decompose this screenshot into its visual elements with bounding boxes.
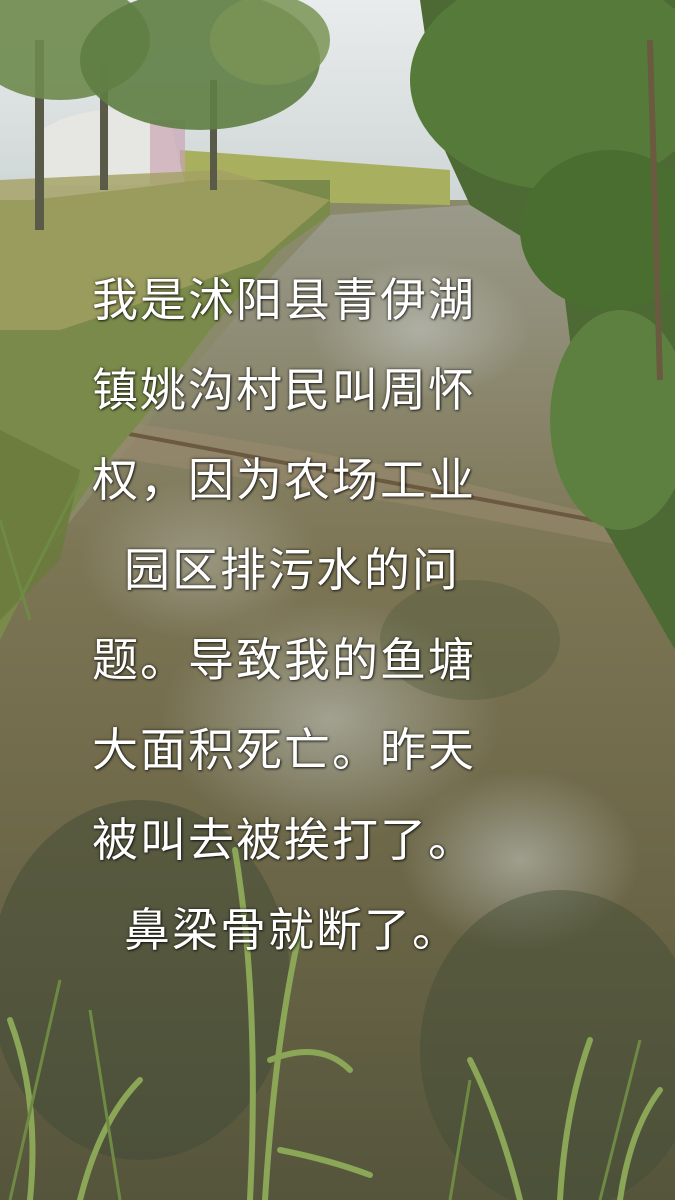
photo-scene: 我是沭阳县青伊湖 镇姚沟村民叫周怀 权，因为农场工业 园区排污水的问 题。导致我… bbox=[0, 0, 675, 1200]
caption-line: 园区排污水的问 bbox=[124, 543, 460, 597]
caption-line: 被叫去被挨打了。 bbox=[92, 813, 476, 867]
caption-line: 题。导致我的鱼塘 bbox=[92, 633, 476, 687]
caption-line: 大面积死亡。昨天 bbox=[92, 723, 476, 777]
caption-line: 权，因为农场工业 bbox=[92, 453, 476, 507]
caption-line: 我是沭阳县青伊湖 bbox=[92, 273, 476, 327]
overlay-caption: 我是沭阳县青伊湖 镇姚沟村民叫周怀 权，因为农场工业 园区排污水的问 题。导致我… bbox=[80, 255, 595, 975]
caption-line: 鼻梁骨就断了。 bbox=[124, 903, 460, 957]
caption-line: 镇姚沟村民叫周怀 bbox=[92, 363, 476, 417]
